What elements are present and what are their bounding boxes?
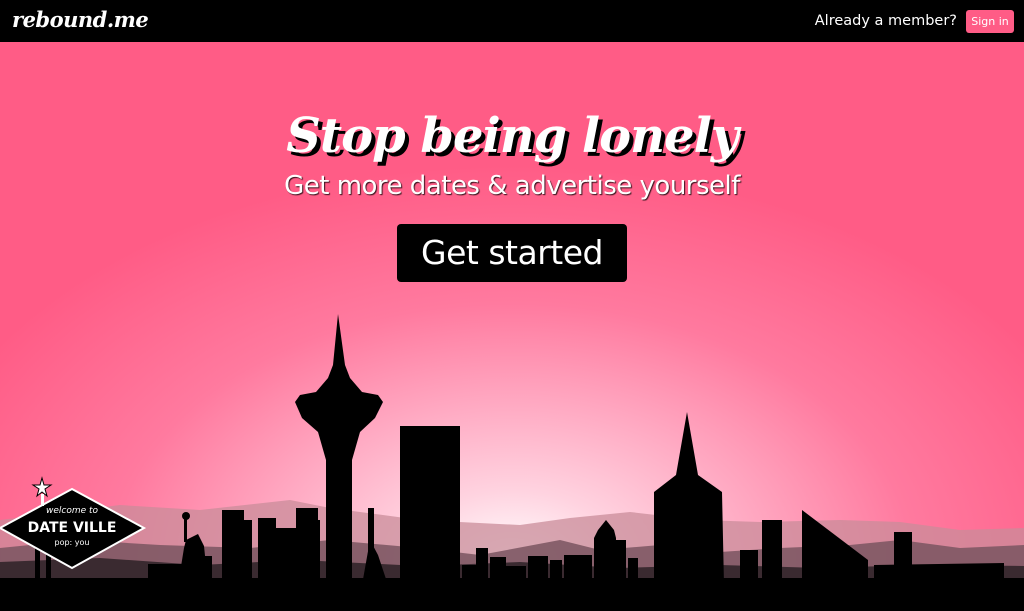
sign-welcome-text: welcome to — [46, 506, 99, 516]
sign-star-icon — [31, 476, 53, 498]
castle-building — [654, 412, 724, 585]
sign-title-text: DATE VILLE — [28, 520, 117, 536]
city-skyline-illustration: welcome to DATE VILLE pop: you — [0, 314, 1024, 611]
tall-building — [400, 426, 460, 586]
sign-pop-text: pop: you — [55, 538, 90, 547]
